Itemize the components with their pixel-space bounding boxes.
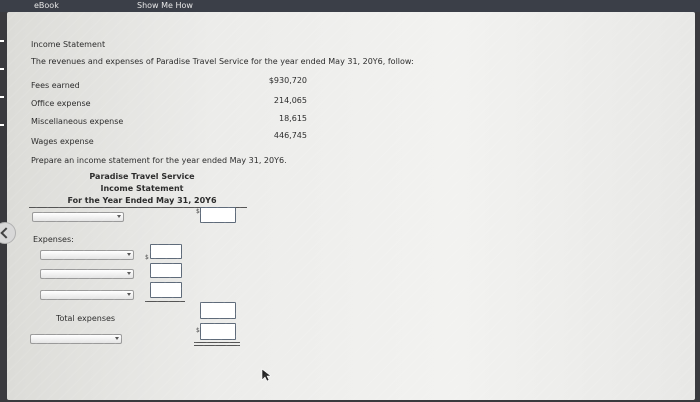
subtotal-rule [145,301,185,302]
revenue-amount-input[interactable] [200,207,236,223]
left-edge-marker [0,96,4,98]
total-expenses-label: Total expenses [56,314,116,323]
top-bar: eBook Show Me How [0,0,700,12]
item-label: Fees earned [31,81,80,90]
chevron-down-icon [127,293,131,296]
chevron-left-icon [0,227,12,239]
mouse-cursor-icon [261,368,271,382]
statement-company: Paradise Travel Service [89,172,195,181]
statement-period: For the Year Ended May 31, 20Y6 [67,196,217,205]
item-label: Office expense [31,99,91,108]
item-value: $930,720 [268,76,307,85]
show-me-how-tab[interactable]: Show Me How [137,1,193,10]
ebook-tab[interactable]: eBook [34,1,59,10]
item-label: Miscellaneous expense [31,117,124,126]
statement-title: Income Statement [100,184,184,193]
expense-amount-input-1[interactable] [150,244,182,259]
chevron-down-icon [127,272,131,275]
chevron-down-icon [117,215,121,218]
item-value: 446,745 [273,131,307,140]
expenses-label: Expenses: [33,235,74,244]
item-value: 214,065 [273,96,307,105]
instruction-text: Prepare an income statement for the year… [31,156,287,165]
expense-select-1[interactable] [40,250,134,260]
total-expenses-input[interactable] [200,323,236,340]
chevron-down-icon [115,337,119,340]
item-value: 18,615 [279,114,307,123]
item-label: Wages expense [31,137,94,146]
left-edge-marker [0,124,4,126]
net-income-select[interactable] [30,334,122,344]
problem-intro: The revenues and expenses of Paradise Tr… [31,57,414,66]
left-edge-marker [0,68,4,70]
total-expenses-upper-input[interactable] [200,302,236,319]
left-edge-marker [0,40,4,42]
double-underline [194,342,240,346]
content-panel: Income Statement The revenues and expens… [7,12,695,400]
dollar-sign: $ [145,254,149,261]
expense-amount-input-3[interactable] [150,282,182,298]
revenue-select[interactable] [32,212,124,222]
chevron-down-icon [127,253,131,256]
section-heading: Income Statement [31,40,106,49]
expense-select-3[interactable] [40,290,134,300]
expense-amount-input-2[interactable] [150,263,182,278]
expense-select-2[interactable] [40,269,134,279]
